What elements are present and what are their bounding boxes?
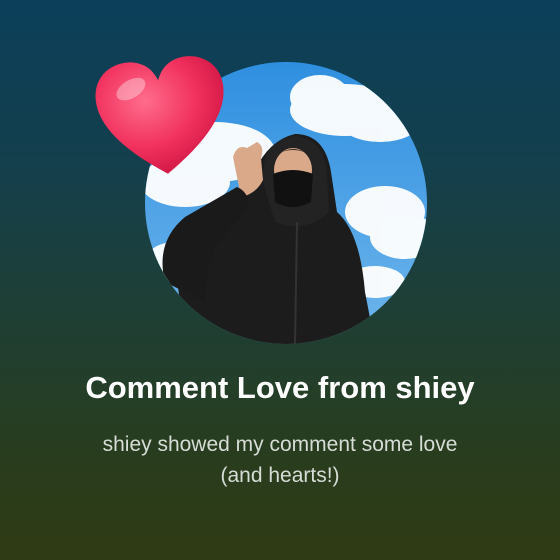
comment-love-card: Comment Love from shiey shiey showed my … <box>0 0 560 560</box>
notification-message: shiey showed my comment some love (and h… <box>60 429 500 491</box>
message-line-1: shiey showed my comment some love <box>102 433 458 456</box>
heart-icon <box>86 45 239 189</box>
notification-title: Comment Love from shiey <box>85 370 475 405</box>
message-line-2: (and hearts!) <box>220 464 340 487</box>
